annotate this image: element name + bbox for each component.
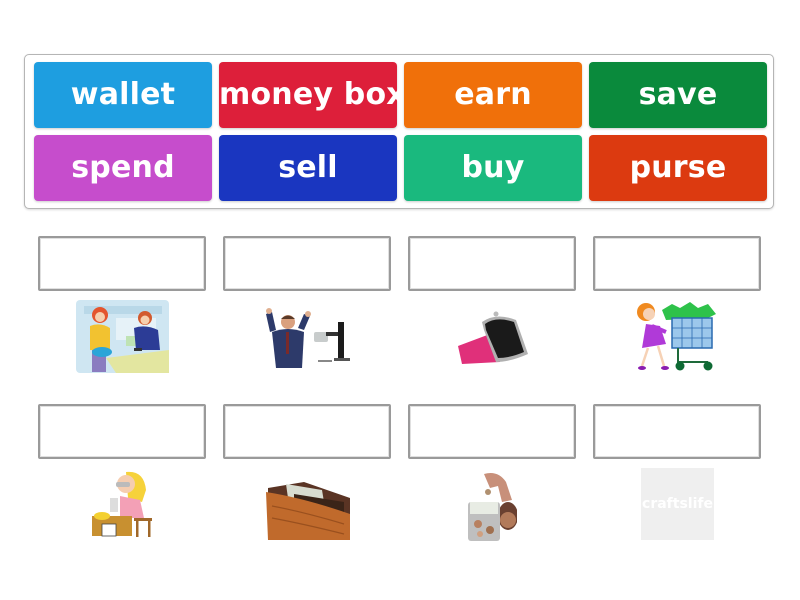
word-tile-spend[interactable]: spend <box>34 135 212 201</box>
word-tile-money-box[interactable]: money box <box>219 62 406 128</box>
word-tile-save[interactable]: save <box>589 62 767 128</box>
drop-box-2[interactable] <box>223 236 391 291</box>
drop-box-7[interactable] <box>408 404 576 459</box>
drop-box-3[interactable] <box>408 236 576 291</box>
woman-with-cart-of-money-image <box>632 300 724 373</box>
leather-wallet-with-cash-image <box>264 478 352 540</box>
watermark-text: craftslife <box>642 496 713 512</box>
word-tile-buy[interactable]: buy <box>404 135 582 201</box>
shop-checkout-image <box>76 300 169 373</box>
child-putting-coin-in-jar-image <box>468 472 517 541</box>
word-tile-sell[interactable]: sell <box>219 135 397 201</box>
drop-box-6[interactable] <box>223 404 391 459</box>
drop-box-4[interactable] <box>593 236 761 291</box>
word-tile-wallet[interactable]: wallet <box>34 62 212 128</box>
drop-box-8[interactable] <box>593 404 761 459</box>
girl-selling-lemonade-image <box>90 468 158 541</box>
man-receiving-money-from-computer-image <box>264 302 354 370</box>
drop-box-1[interactable] <box>38 236 206 291</box>
word-tile-purse[interactable]: purse <box>589 135 767 201</box>
drop-box-5[interactable] <box>38 404 206 459</box>
watermark-placeholder-image: craftslife <box>641 468 714 540</box>
open-pink-coin-purse-image <box>456 310 531 366</box>
word-tile-earn[interactable]: earn <box>404 62 582 128</box>
word-bank: wallet money box earn save spend sell bu… <box>24 54 774 209</box>
